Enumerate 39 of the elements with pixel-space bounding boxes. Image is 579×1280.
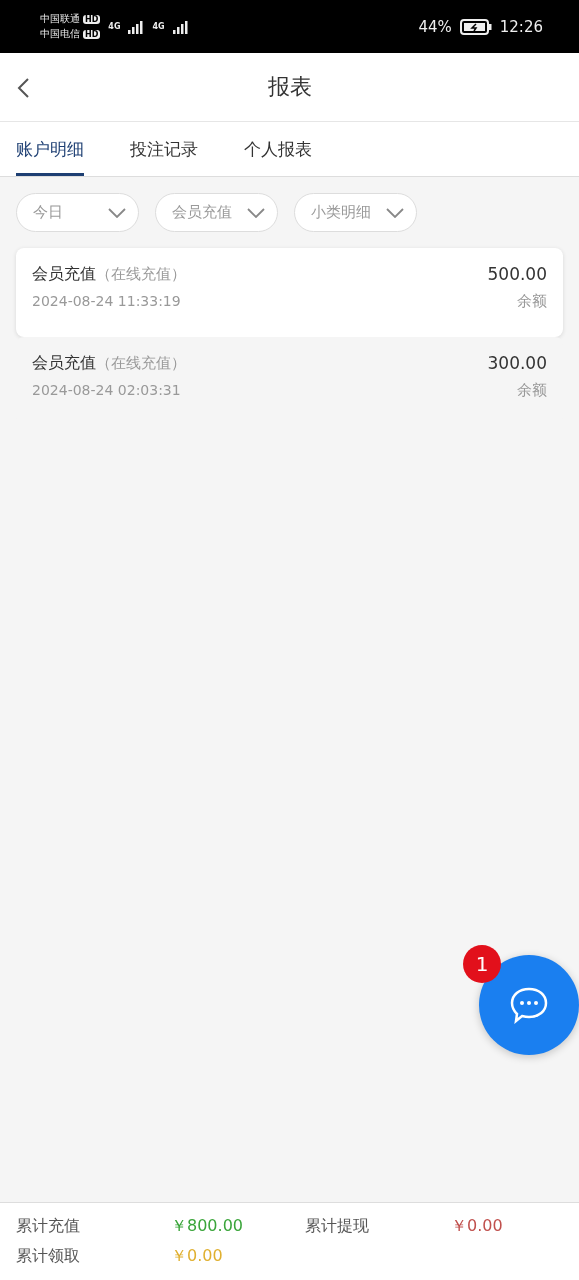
chevron-down-icon [108,207,126,218]
network-type: 4G [108,22,121,31]
summary-label: 累计提现 [305,1216,370,1237]
battery-icon [459,18,492,35]
summary-value: ￥0.00 [171,1246,224,1267]
tab[interactable]: 投注记录 [130,122,198,176]
record-subtype: （在线充值） [96,265,186,284]
back-icon[interactable] [16,77,30,99]
notification-badge: 1 [463,945,501,983]
record-type: 会员充值 [32,353,96,374]
hd-tag: HD [83,30,101,39]
chevron-down-icon [247,207,265,218]
summary-label: 累计充值 [16,1216,81,1237]
balance-label: 余额 [517,292,547,311]
record-item[interactable]: 会员充值（在线充值） 2024-08-24 11:33:19 500.00 余额 [16,248,563,337]
chat-button[interactable] [479,955,579,1055]
hd-tag: HD [83,15,101,24]
signal-icon [172,19,189,34]
carrier-name: 中国联通 HD [40,12,101,26]
page-title: 报表 [267,73,312,101]
tab[interactable]: 账户明细 [16,122,84,176]
chevron-down-icon [386,207,404,218]
clock-time: 12:26 [499,17,543,36]
chat-bubble-icon [509,986,549,1024]
record-time: 2024-08-24 02:03:31 [32,382,181,398]
battery-percent: 44% [418,17,452,36]
record-time: 2024-08-24 11:33:19 [32,293,181,309]
tab[interactable]: 个人报表 [244,122,312,176]
record-type: 会员充值 [32,264,96,285]
summary-value: ￥800.00 [171,1216,244,1237]
record-amount: 300.00 [487,353,547,373]
record-subtype: （在线充值） [96,354,186,373]
signal-icon [128,19,145,34]
record-amount: 500.00 [487,264,547,284]
network-type: 4G [152,22,165,31]
balance-label: 余额 [517,381,547,400]
summary-label: 累计领取 [16,1246,81,1267]
carrier-name: 中国电信 HD [40,27,101,41]
summary-value: ￥0.00 [451,1216,504,1237]
